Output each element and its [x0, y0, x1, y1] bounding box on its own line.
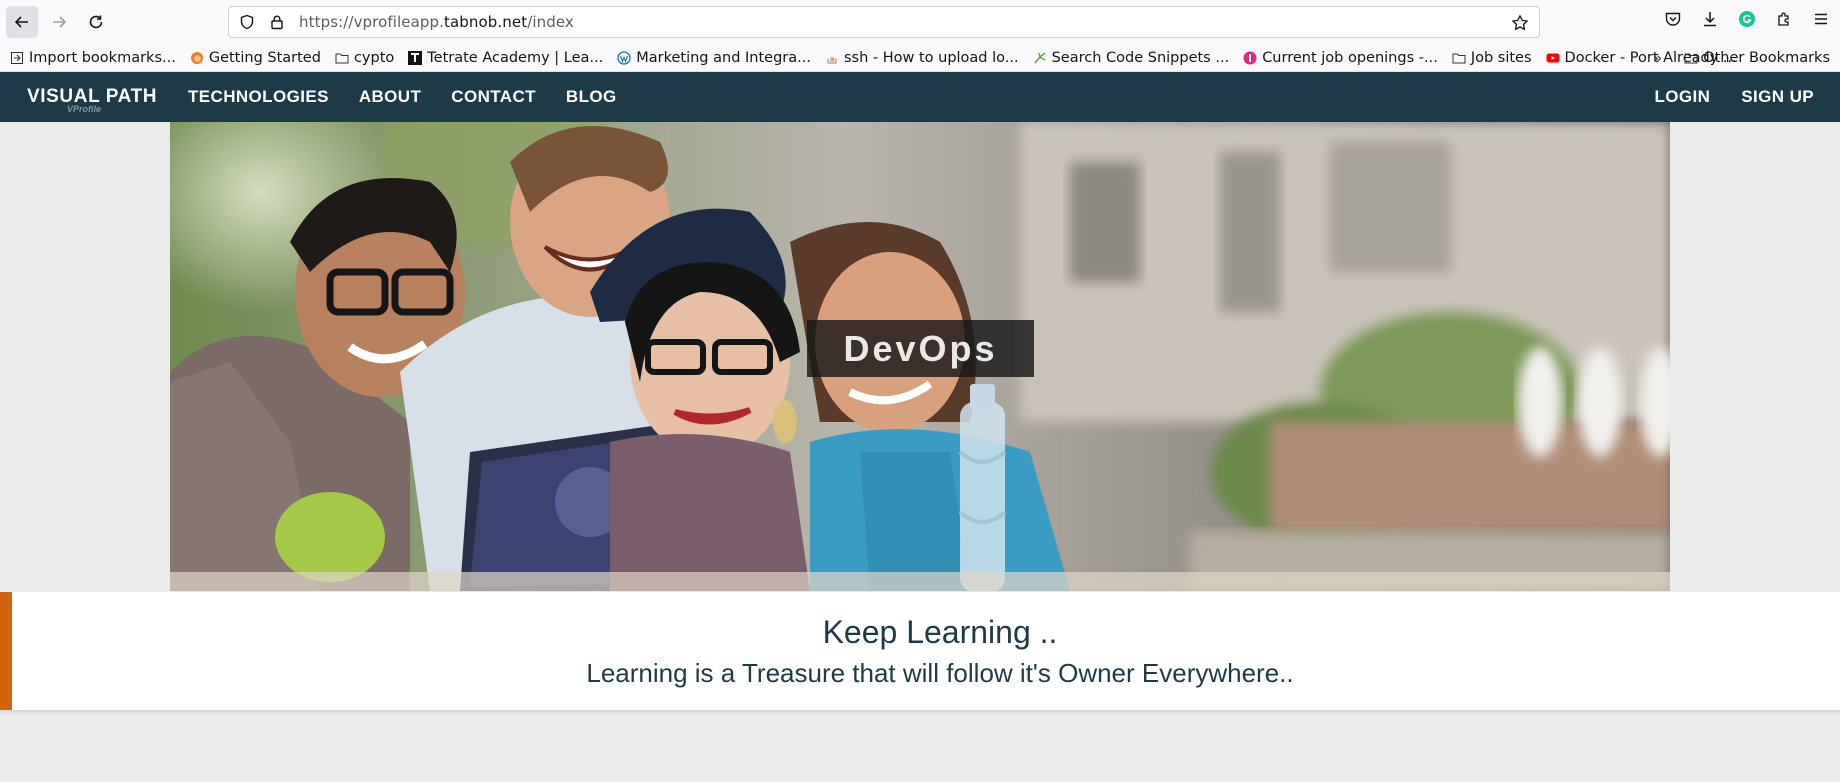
- wordpress-icon: [617, 50, 631, 65]
- bookmark-item[interactable]: Marketing and Integra...: [617, 50, 811, 66]
- bookmark-item[interactable]: Import bookmarks...: [10, 50, 176, 66]
- quote-title: Keep Learning ..: [822, 614, 1058, 650]
- stackoverflow-icon: [825, 51, 839, 65]
- reload-icon: [89, 15, 103, 29]
- nav-blog-link[interactable]: BLOG: [566, 87, 617, 107]
- jobs-icon: [1243, 51, 1257, 65]
- brand-logo[interactable]: VISUAL PATH VProfile: [27, 86, 157, 114]
- tetrate-icon: [408, 50, 423, 65]
- back-arrow-icon: [14, 16, 28, 28]
- url-text: https://vprofileapp.tabnob.net/index: [299, 13, 574, 31]
- hero-banner: DevOps: [170, 122, 1670, 591]
- youtube-icon: [1546, 51, 1560, 65]
- bookmark-item[interactable]: Job sites: [1452, 50, 1532, 66]
- bookmark-item[interactable]: Getting Started: [190, 50, 321, 66]
- site-navbar: VISUAL PATH VProfile TECHNOLOGIES ABOUT …: [0, 72, 1840, 122]
- nav-technologies-link[interactable]: TECHNOLOGIES: [188, 87, 329, 107]
- quote-banner: Keep Learning .. Learning is a Treasure …: [0, 592, 1840, 710]
- other-bookmarks[interactable]: Other Bookmarks: [1684, 50, 1830, 66]
- more-bookmarks-chevron-icon[interactable]: »: [1653, 49, 1662, 67]
- reload-button[interactable]: [80, 6, 112, 38]
- nav-about-link[interactable]: ABOUT: [359, 87, 421, 107]
- shield-icon: [239, 14, 255, 30]
- forward-button[interactable]: [43, 6, 75, 38]
- auth-links: LOGIN SIGN UP: [1654, 72, 1814, 122]
- bookmark-star-icon[interactable]: [1511, 14, 1529, 32]
- lock-icon: [269, 14, 285, 30]
- signup-link[interactable]: SIGN UP: [1741, 87, 1814, 107]
- grammarly-icon[interactable]: [1738, 10, 1756, 28]
- extensions-icon[interactable]: [1775, 10, 1793, 28]
- folder-icon: [335, 51, 349, 65]
- nav-contact-link[interactable]: CONTACT: [451, 87, 536, 107]
- firefox-icon: [190, 51, 204, 65]
- quote-subtitle: Learning is a Treasure that will follow …: [586, 658, 1294, 688]
- snippet-icon: [1033, 51, 1047, 65]
- brand-subtitle: VProfile: [67, 104, 102, 114]
- bookmark-item[interactable]: ssh - How to upload lo...: [825, 50, 1019, 66]
- hero-caption: DevOps: [807, 320, 1034, 377]
- pocket-icon[interactable]: [1664, 10, 1682, 28]
- bookmark-item[interactable]: cypto: [335, 50, 394, 66]
- bookmark-item[interactable]: Tetrate Academy | Lea...: [408, 50, 603, 66]
- download-icon[interactable]: [1701, 10, 1719, 28]
- browser-toolbar: https://vprofileapp.tabnob.net/index: [0, 0, 1840, 44]
- login-link[interactable]: LOGIN: [1654, 87, 1710, 107]
- hamburger-menu-icon[interactable]: [1812, 10, 1830, 28]
- folder-icon: [1452, 51, 1466, 65]
- import-icon: [10, 51, 24, 65]
- accent-bar: [0, 592, 12, 710]
- back-button[interactable]: [6, 6, 38, 38]
- bookmark-item[interactable]: Current job openings -...: [1243, 50, 1438, 66]
- main-menu: TECHNOLOGIES ABOUT CONTACT BLOG: [188, 72, 617, 122]
- url-bar[interactable]: https://vprofileapp.tabnob.net/index: [228, 6, 1540, 38]
- bookmark-item[interactable]: Search Code Snippets ...: [1033, 50, 1229, 66]
- folder-icon: [1684, 51, 1698, 65]
- forward-arrow-icon: [53, 16, 67, 28]
- bookmarks-toolbar: Import bookmarks... Getting Started cypt…: [0, 44, 1840, 72]
